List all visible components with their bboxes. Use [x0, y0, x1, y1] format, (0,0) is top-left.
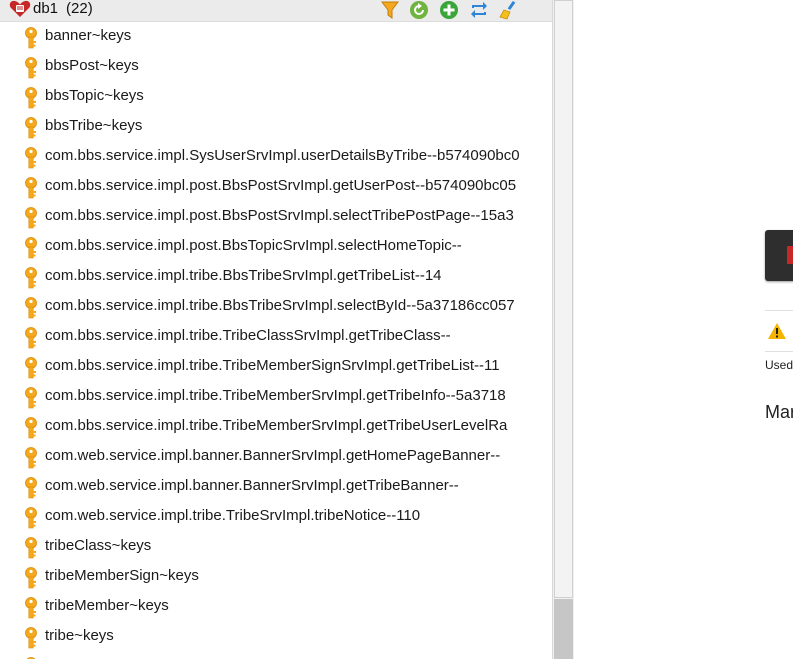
key-row[interactable]: tribeMemberSign~keys	[0, 561, 552, 591]
manage-label: Mar	[765, 402, 793, 422]
key-label: com.bbs.service.impl.tribe.BbsTribeSrvIm…	[45, 297, 515, 314]
key-icon	[25, 177, 37, 199]
key-icon	[25, 297, 37, 319]
key-icon	[25, 567, 37, 589]
used-label: Used	[765, 358, 793, 372]
reload-icon[interactable]	[409, 0, 429, 20]
key-row[interactable]: com.bbs.service.impl.tribe.TribeClassSrv…	[0, 321, 552, 351]
preview-thumbnail	[765, 230, 793, 281]
database-heart-icon	[9, 0, 31, 18]
key-icon	[25, 87, 37, 109]
detail-panel: Used Mar	[574, 0, 793, 659]
key-label: com.bbs.service.impl.tribe.TribeMemberSi…	[45, 357, 500, 374]
key-label: com.bbs.service.impl.tribe.BbsTribeSrvIm…	[45, 267, 442, 284]
key-row[interactable]: com.bbs.service.impl.post.BbsPostSrvImpl…	[0, 201, 552, 231]
key-icon	[25, 117, 37, 139]
key-row[interactable]: com.bbs.service.impl.SysUserSrvImpl.user…	[0, 141, 552, 171]
key-row[interactable]: tribeMember~keys	[0, 591, 552, 621]
key-row[interactable]: bbsTopic~keys	[0, 81, 552, 111]
key-label: com.bbs.service.impl.post.BbsPostSrvImpl…	[45, 207, 514, 224]
key-label: com.bbs.service.impl.SysUserSrvImpl.user…	[45, 147, 520, 164]
key-row[interactable]: com.web.service.impl.banner.BannerSrvImp…	[0, 441, 552, 471]
key-label: com.web.service.impl.banner.BannerSrvImp…	[45, 477, 459, 494]
key-icon	[25, 417, 37, 439]
key-row[interactable]: com.web.service.impl.banner.BannerSrvImp…	[0, 471, 552, 501]
key-icon	[25, 327, 37, 349]
key-icon	[25, 507, 37, 529]
key-icon	[25, 387, 37, 409]
key-row[interactable]: com.bbs.service.impl.tribe.TribeMemberSi…	[0, 351, 552, 381]
key-icon	[25, 237, 37, 259]
key-row[interactable]: bbsPost~keys	[0, 51, 552, 81]
key-row[interactable]: com.bbs.service.impl.tribe.BbsTribeSrvIm…	[0, 291, 552, 321]
filter-icon[interactable]	[380, 0, 400, 20]
database-label[interactable]: db1 (22)	[33, 0, 93, 17]
key-label: bbsTribe~keys	[45, 117, 143, 134]
key-label: com.bbs.service.impl.tribe.TribeMemberSr…	[45, 387, 506, 404]
key-label: com.bbs.service.impl.tribe.TribeClassSrv…	[45, 327, 451, 344]
key-label: tribeMemberSign~keys	[45, 567, 199, 584]
key-label: com.bbs.service.impl.tribe.TribeMemberSr…	[45, 417, 508, 434]
key-row[interactable]: com.bbs.service.impl.tribe.BbsTribeSrvIm…	[0, 261, 552, 291]
key-label: tribeMember~keys	[45, 597, 169, 614]
database-key-count: (22)	[66, 0, 93, 17]
divider	[765, 310, 793, 311]
key-label: bbsTopic~keys	[45, 87, 144, 104]
key-tree-panel: db1 (22) banner~keys bbsPost~keys bbsTopic~…	[0, 0, 552, 659]
key-icon	[25, 207, 37, 229]
key-icon	[25, 267, 37, 289]
key-row[interactable]: com.web.service.impl.tribe.TribeSrvImpl.…	[0, 501, 552, 531]
key-label: tribeClass~keys	[45, 537, 152, 554]
key-icon	[25, 627, 37, 649]
key-row[interactable]: tribe~keys	[0, 621, 552, 651]
key-icon	[25, 147, 37, 169]
key-row[interactable]: com.bbs.service.impl.tribe.TribeMemberSr…	[0, 381, 552, 411]
key-row[interactable]	[0, 651, 552, 659]
key-label: com.web.service.impl.banner.BannerSrvImp…	[45, 447, 501, 464]
key-label: tribe~keys	[45, 627, 114, 644]
divider	[765, 351, 793, 352]
key-label: com.bbs.service.impl.post.BbsPostSrvImpl…	[45, 177, 517, 194]
warning-icon	[768, 323, 786, 339]
database-node[interactable]: db1 (22)	[0, 0, 552, 22]
rename-icon[interactable]	[469, 0, 489, 20]
key-row[interactable]: bbsTribe~keys	[0, 111, 552, 141]
database-name: db1	[33, 0, 59, 17]
key-icon	[25, 27, 37, 49]
key-icon	[25, 597, 37, 619]
key-row[interactable]: com.bbs.service.impl.tribe.TribeMemberSr…	[0, 411, 552, 441]
key-row[interactable]: com.bbs.service.impl.post.BbsTopicSrvImp…	[0, 231, 552, 261]
key-label: bbsPost~keys	[45, 57, 139, 74]
key-icon	[25, 477, 37, 499]
key-label: com.web.service.impl.tribe.TribeSrvImpl.…	[45, 507, 421, 524]
key-icon	[25, 57, 37, 79]
key-row[interactable]: banner~keys	[0, 21, 552, 51]
key-icon	[25, 357, 37, 379]
key-label: banner~keys	[45, 27, 132, 44]
add-key-icon[interactable]	[439, 0, 459, 20]
scrollbar-thumb[interactable]	[554, 0, 573, 598]
key-row[interactable]: tribeClass~keys	[0, 531, 552, 561]
key-icon	[25, 447, 37, 469]
key-row[interactable]: com.bbs.service.impl.post.BbsPostSrvImpl…	[0, 171, 552, 201]
broom-icon[interactable]	[499, 0, 519, 20]
key-label: com.bbs.service.impl.post.BbsTopicSrvImp…	[45, 237, 462, 254]
scrollbar-track[interactable]	[554, 599, 573, 659]
vertical-scrollbar[interactable]	[552, 0, 574, 659]
key-icon	[25, 537, 37, 559]
